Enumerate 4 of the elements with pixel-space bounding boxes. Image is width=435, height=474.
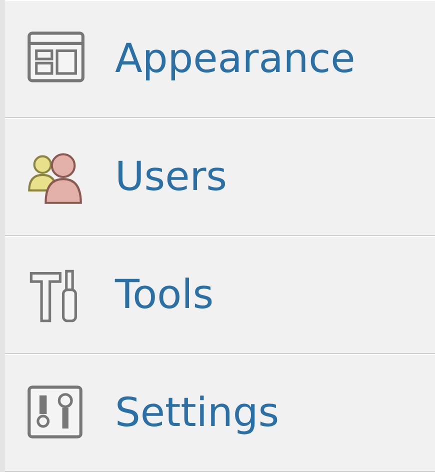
menu-item[interactable]: Users xyxy=(115,154,228,200)
menu-item[interactable]: Tools xyxy=(115,272,214,318)
menu-item[interactable]: Appearance xyxy=(115,36,356,82)
menu-item[interactable]: Settings xyxy=(115,390,280,436)
